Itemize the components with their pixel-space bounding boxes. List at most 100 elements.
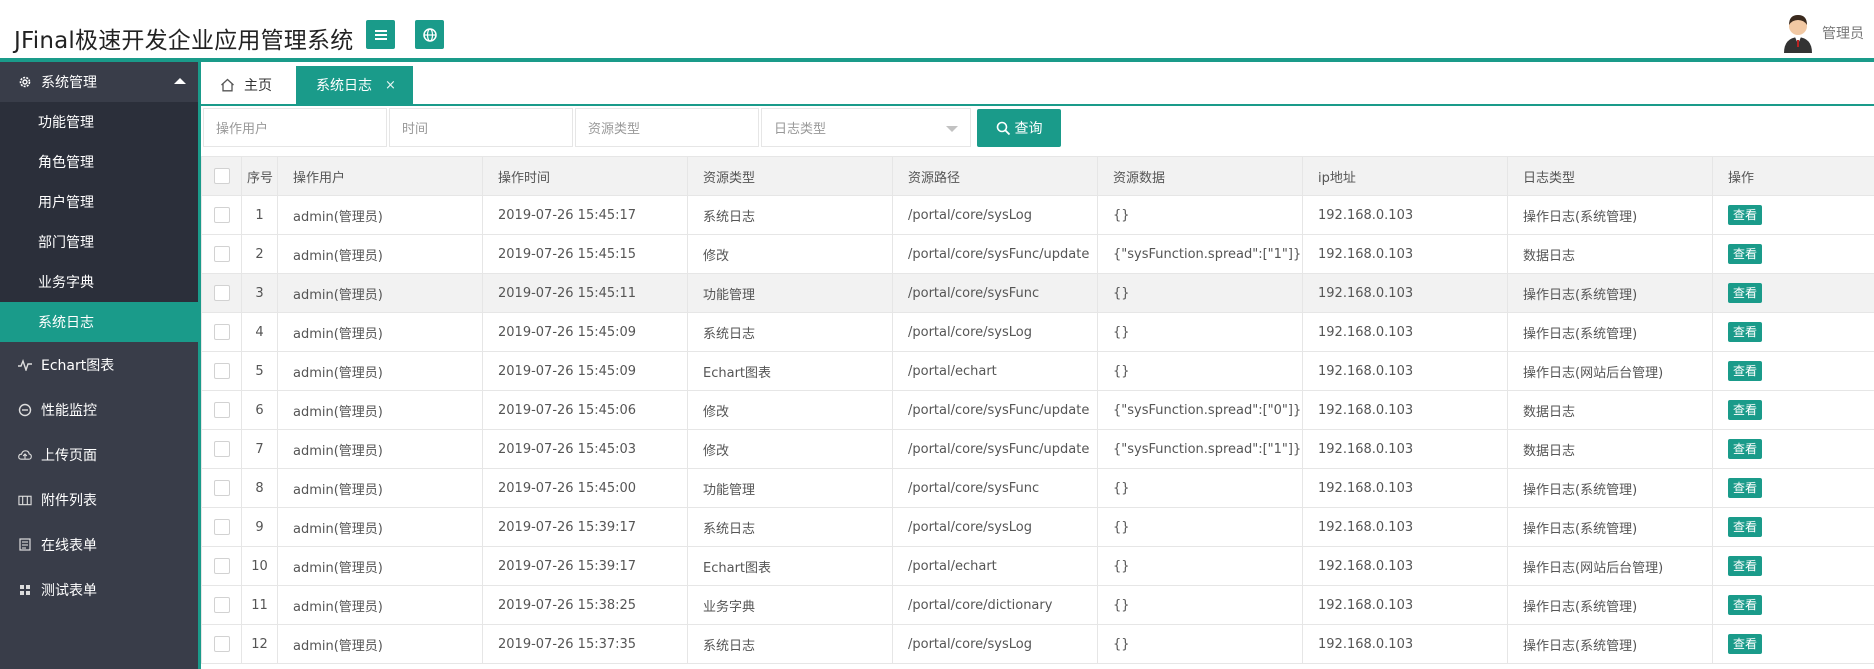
avatar	[1784, 15, 1812, 53]
sidebar-item-monitor[interactable]: 性能监控	[0, 387, 198, 432]
select-all-checkbox[interactable]	[213, 168, 230, 184]
row-checkbox[interactable]	[213, 285, 230, 301]
cell-type: Echart图表	[687, 351, 893, 391]
table-row[interactable]: 12 admin(管理员) 2019-07-26 15:37:35 系统日志/port…	[201, 624, 1874, 664]
row-checkbox[interactable]	[213, 246, 230, 262]
pulse-icon	[18, 358, 32, 372]
view-button[interactable]: 查看	[1728, 322, 1763, 342]
cell-log-type: 数据日志	[1507, 429, 1713, 469]
view-button[interactable]: 查看	[1728, 556, 1763, 576]
cell-time: 2019-07-26 15:45:11	[482, 273, 688, 313]
cell-data: {}	[1097, 546, 1303, 586]
cell-action: 查看	[1712, 312, 1874, 352]
row-checkbox[interactable]	[213, 597, 230, 613]
sidebar-item-test-form[interactable]: 测试表单	[0, 567, 198, 612]
table-row[interactable]: 11 admin(管理员) 2019-07-26 15:38:25 业务字典/port…	[201, 585, 1874, 625]
query-button-label: 查询	[1014, 121, 1043, 137]
cell-log-type: 操作日志(系统管理)	[1507, 624, 1713, 664]
sidebar-item-department[interactable]: 部门管理	[0, 222, 198, 262]
view-button[interactable]: 查看	[1728, 283, 1763, 303]
sidebar-item-echart[interactable]: Echart图表	[0, 342, 198, 387]
cell-action: 查看	[1712, 234, 1874, 274]
log-type-select-value: 日志类型	[774, 122, 827, 137]
cell-path: /portal/core/sysFunc	[892, 273, 1098, 313]
table-row[interactable]: 10 admin(管理员) 2019-07-26 15:39:17 Echart图表 /…	[201, 546, 1874, 586]
column-header-resource-type: 资源类型	[687, 156, 893, 196]
table-header-row: 序号 操作用户 操作时间 资源类型 资源路径 资源数据 ip地址 日志类型 操作	[201, 156, 1874, 196]
sidebar-item-dictionary[interactable]: 业务字典	[0, 262, 198, 302]
row-checkbox[interactable]	[213, 363, 230, 379]
cell-action: 查看	[1712, 546, 1874, 586]
close-icon[interactable]: ×	[385, 78, 396, 93]
cell-time: 2019-07-26 15:45:00	[482, 468, 688, 508]
table-row[interactable]: 7 admin(管理员) 2019-07-26 15:45:03 修改/portal/…	[201, 429, 1874, 469]
log-type-select[interactable]: 日志类型	[761, 108, 971, 147]
table-row[interactable]: 3 admin(管理员) 2019-07-26 15:45:11 功能管理/porta…	[201, 273, 1874, 313]
table-row[interactable]: 2 admin(管理员) 2019-07-26 15:45:15 修改/portal/…	[201, 234, 1874, 274]
query-button[interactable]: 查询	[977, 109, 1061, 147]
resource-type-input[interactable]: 资源类型	[575, 108, 759, 147]
user-menu[interactable]: 管理员	[1780, 13, 1864, 53]
row-checkbox[interactable]	[213, 558, 230, 574]
log-table: 序号 操作用户 操作时间 资源类型 资源路径 资源数据 ip地址 日志类型 操作…	[201, 156, 1874, 664]
globe-button[interactable]	[415, 20, 444, 49]
sidebar-item-attachments[interactable]: 附件列表	[0, 477, 198, 522]
sidebar-item-online-form[interactable]: 在线表单	[0, 522, 198, 567]
table-row[interactable]: 1 admin(管理员) 2019-07-26 15:45:17 系统日志/porta…	[201, 195, 1874, 235]
cell-action: 查看	[1712, 273, 1874, 313]
row-checkbox[interactable]	[213, 402, 230, 418]
cell-time: 2019-07-26 15:45:15	[482, 234, 688, 274]
view-button[interactable]: 查看	[1728, 205, 1763, 225]
table-row[interactable]: 5 admin(管理员) 2019-07-26 15:45:09 Echart图表/p…	[201, 351, 1874, 391]
cell-no: 3	[241, 273, 278, 313]
cell-type: 系统日志	[687, 312, 893, 352]
sidebar-item-function[interactable]: 功能管理	[0, 102, 198, 142]
table-row[interactable]: 6 admin(管理员) 2019-07-26 15:45:06 修改/portal/…	[201, 390, 1874, 430]
table-row[interactable]: 8 admin(管理员) 2019-07-26 15:45:00 功能管理/porta…	[201, 468, 1874, 508]
operator-user-input[interactable]: 操作用户	[203, 108, 387, 147]
home-icon	[221, 78, 234, 92]
table-row[interactable]: 4 admin(管理员) 2019-07-26 15:45:09 系统日志/porta…	[201, 312, 1874, 352]
cell-type: 修改	[687, 429, 893, 469]
menu-toggle-button[interactable]	[366, 20, 395, 49]
column-header-ip: ip地址	[1302, 156, 1508, 196]
sidebar-group-label: 系统管理	[41, 75, 97, 91]
tab-home[interactable]: 主页	[220, 66, 272, 104]
cell-path: /portal/echart	[892, 351, 1098, 391]
gear-icon	[18, 75, 32, 89]
view-button[interactable]: 查看	[1728, 634, 1763, 654]
row-checkbox[interactable]	[213, 441, 230, 457]
row-checkbox[interactable]	[213, 636, 230, 652]
row-checkbox[interactable]	[213, 480, 230, 496]
view-button[interactable]: 查看	[1728, 517, 1763, 537]
cell-action: 查看	[1712, 468, 1874, 508]
view-button[interactable]: 查看	[1728, 361, 1763, 381]
view-button[interactable]: 查看	[1728, 439, 1763, 459]
tab-system-log[interactable]: 系统日志 ×	[296, 66, 413, 104]
row-checkbox[interactable]	[213, 207, 230, 223]
sidebar-item-label: 用户管理	[38, 195, 94, 211]
upload-cloud-icon	[18, 448, 32, 462]
view-button[interactable]: 查看	[1728, 478, 1763, 498]
cell-user: admin(管理员)	[277, 195, 483, 235]
table-row[interactable]: 9 admin(管理员) 2019-07-26 15:39:17 系统日志/porta…	[201, 507, 1874, 547]
cell-data: {}	[1097, 507, 1303, 547]
row-checkbox[interactable]	[213, 324, 230, 340]
cell-path: /portal/core/sysLog	[892, 195, 1098, 235]
row-checkbox[interactable]	[213, 519, 230, 535]
cell-action: 查看	[1712, 624, 1874, 664]
sidebar-item-upload[interactable]: 上传页面	[0, 432, 198, 477]
time-input[interactable]: 时间	[389, 108, 573, 147]
form-icon	[18, 538, 32, 552]
view-button[interactable]: 查看	[1728, 400, 1763, 420]
sidebar-item-user[interactable]: 用户管理	[0, 182, 198, 222]
sidebar-item-label: 上传页面	[41, 447, 97, 464]
search-bar: 操作用户 时间 资源类型 日志类型 查询	[201, 106, 1874, 149]
sidebar-item-role[interactable]: 角色管理	[0, 142, 198, 182]
sidebar-group-system[interactable]: 系统管理	[0, 62, 198, 102]
view-button[interactable]: 查看	[1728, 244, 1763, 264]
sidebar-item-system-log[interactable]: 系统日志	[0, 302, 198, 342]
view-button[interactable]: 查看	[1728, 595, 1763, 615]
search-icon	[996, 121, 1010, 135]
cell-user: admin(管理员)	[277, 351, 483, 391]
